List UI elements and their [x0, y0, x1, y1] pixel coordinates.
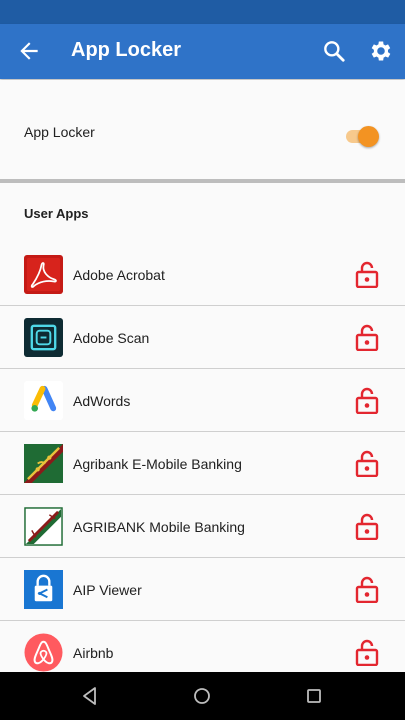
back-arrow-icon[interactable] [16, 38, 42, 64]
unlocked-padlock-icon[interactable] [355, 261, 379, 288]
app-name: AIP Viewer [73, 582, 142, 598]
app-name: Airbnb [73, 645, 114, 661]
section-title-user-apps: User Apps [24, 206, 89, 221]
list-item[interactable]: Adobe Scan [0, 306, 405, 369]
airbnb-icon [24, 633, 63, 672]
gear-icon[interactable] [368, 38, 394, 64]
app-locker-toggle[interactable] [344, 124, 380, 148]
unlocked-padlock-icon[interactable] [355, 450, 379, 477]
list-item[interactable]: Agribank E-Mobile Banking [0, 432, 405, 495]
app-name: Adobe Acrobat [73, 267, 165, 283]
back-triangle-icon[interactable] [78, 684, 102, 708]
app-bar: App Locker [0, 24, 405, 79]
unlocked-padlock-icon[interactable] [355, 639, 379, 666]
list-item[interactable]: Adobe Acrobat [0, 243, 405, 306]
search-icon[interactable] [321, 38, 347, 64]
recents-square-icon[interactable] [302, 684, 326, 708]
app-name: Agribank E-Mobile Banking [73, 456, 242, 472]
toggle-thumb [358, 126, 379, 147]
status-bar [0, 0, 405, 24]
app-locker-label: App Locker [24, 124, 95, 140]
unlocked-padlock-icon[interactable] [355, 324, 379, 351]
app-list: Adobe Acrobat Adobe Scan AdWords Agriban… [0, 243, 405, 684]
list-item[interactable]: AGRIBANK Mobile Banking [0, 495, 405, 558]
adobe-acrobat-icon [24, 255, 63, 294]
home-circle-icon[interactable] [190, 684, 214, 708]
list-item[interactable]: AdWords [0, 369, 405, 432]
agribank-mobile-icon [24, 507, 63, 546]
app-name: AdWords [73, 393, 131, 409]
adwords-icon [24, 381, 63, 420]
app-name: Adobe Scan [73, 330, 150, 346]
app-name: AGRIBANK Mobile Banking [73, 519, 245, 535]
aip-viewer-icon [24, 570, 63, 609]
unlocked-padlock-icon[interactable] [355, 387, 379, 414]
system-navigation-bar [0, 672, 405, 720]
list-item[interactable]: AIP Viewer [0, 558, 405, 621]
unlocked-padlock-icon[interactable] [355, 513, 379, 540]
page-title: App Locker [71, 39, 182, 61]
adobe-scan-icon [24, 318, 63, 357]
agribank-emobile-icon [24, 444, 63, 483]
unlocked-padlock-icon[interactable] [355, 576, 379, 603]
section-divider [0, 179, 405, 183]
